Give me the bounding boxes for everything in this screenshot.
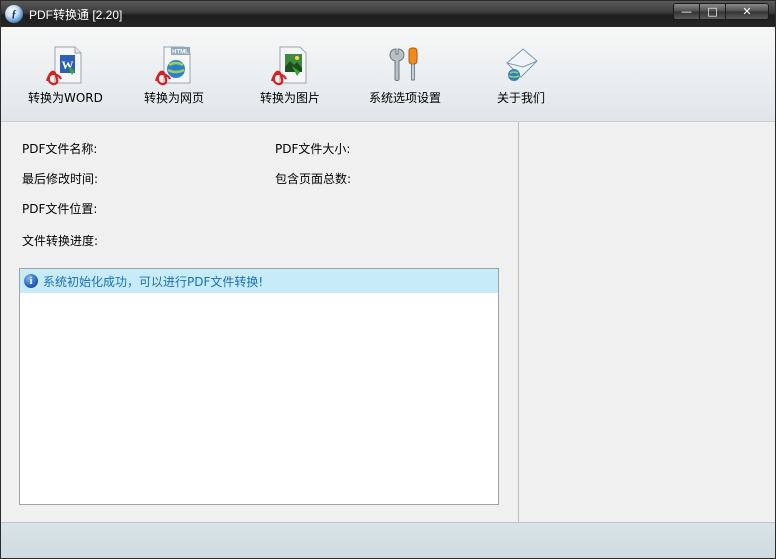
convert-to-word-label: 转换为WORD: [28, 91, 103, 105]
settings-tools-icon: [385, 45, 425, 87]
about-mail-icon: [501, 45, 541, 87]
minimize-button[interactable]: —: [674, 4, 700, 19]
html-badge-text: HTML: [172, 50, 189, 56]
system-settings-button[interactable]: 系统选项设置: [369, 45, 441, 106]
title-bar[interactable]: ƒ PDF转换通 [2.20] — □ ✕: [1, 1, 775, 27]
system-settings-label: 系统选项设置: [369, 91, 442, 105]
convert-to-html-button[interactable]: HTML 转换为网页: [144, 45, 204, 106]
status-bar: [1, 522, 775, 558]
close-button[interactable]: ✕: [726, 4, 768, 19]
about-us-button[interactable]: 关于我们: [497, 45, 545, 106]
file-location-label: PDF文件位置:: [22, 202, 98, 216]
app-icon: ƒ: [5, 5, 23, 23]
convert-to-image-button[interactable]: 转换为图片: [260, 45, 320, 106]
convert-to-html-label: 转换为网页: [144, 91, 205, 105]
pdf-to-image-icon: [270, 45, 310, 87]
page-count-label: 包含页面总数:: [275, 172, 352, 186]
toolbar: W 转换为WORD HTML 转换为网页 转换为图片 系统选项设置 关于我们: [1, 27, 775, 122]
maximize-button[interactable]: □: [700, 4, 726, 19]
file-name-label: PDF文件名称:: [22, 142, 98, 156]
last-modified-label: 最后修改时间:: [22, 172, 99, 186]
window-title: PDF转换通 [2.20]: [29, 7, 123, 22]
log-entry[interactable]: i 系统初始化成功，可以进行PDF文件转换!: [20, 269, 498, 293]
log-panel[interactable]: i 系统初始化成功，可以进行PDF文件转换!: [19, 268, 499, 505]
window-controls: — □ ✕: [673, 3, 769, 20]
app-window: ƒ PDF转换通 [2.20] — □ ✕ W 转换为WORD HTML 转换为…: [0, 0, 776, 559]
conversion-progress-label: 文件转换进度:: [22, 234, 99, 248]
convert-to-word-button[interactable]: W 转换为WORD: [28, 45, 103, 106]
pdf-to-html-icon: HTML: [154, 45, 194, 87]
pdf-to-word-icon: W: [45, 45, 85, 87]
convert-to-image-label: 转换为图片: [260, 91, 321, 105]
log-message: 系统初始化成功，可以进行PDF文件转换!: [43, 274, 264, 289]
about-us-label: 关于我们: [497, 91, 546, 105]
info-icon: i: [24, 274, 38, 288]
file-size-label: PDF文件大小:: [275, 142, 351, 156]
preview-panel: [519, 122, 775, 522]
